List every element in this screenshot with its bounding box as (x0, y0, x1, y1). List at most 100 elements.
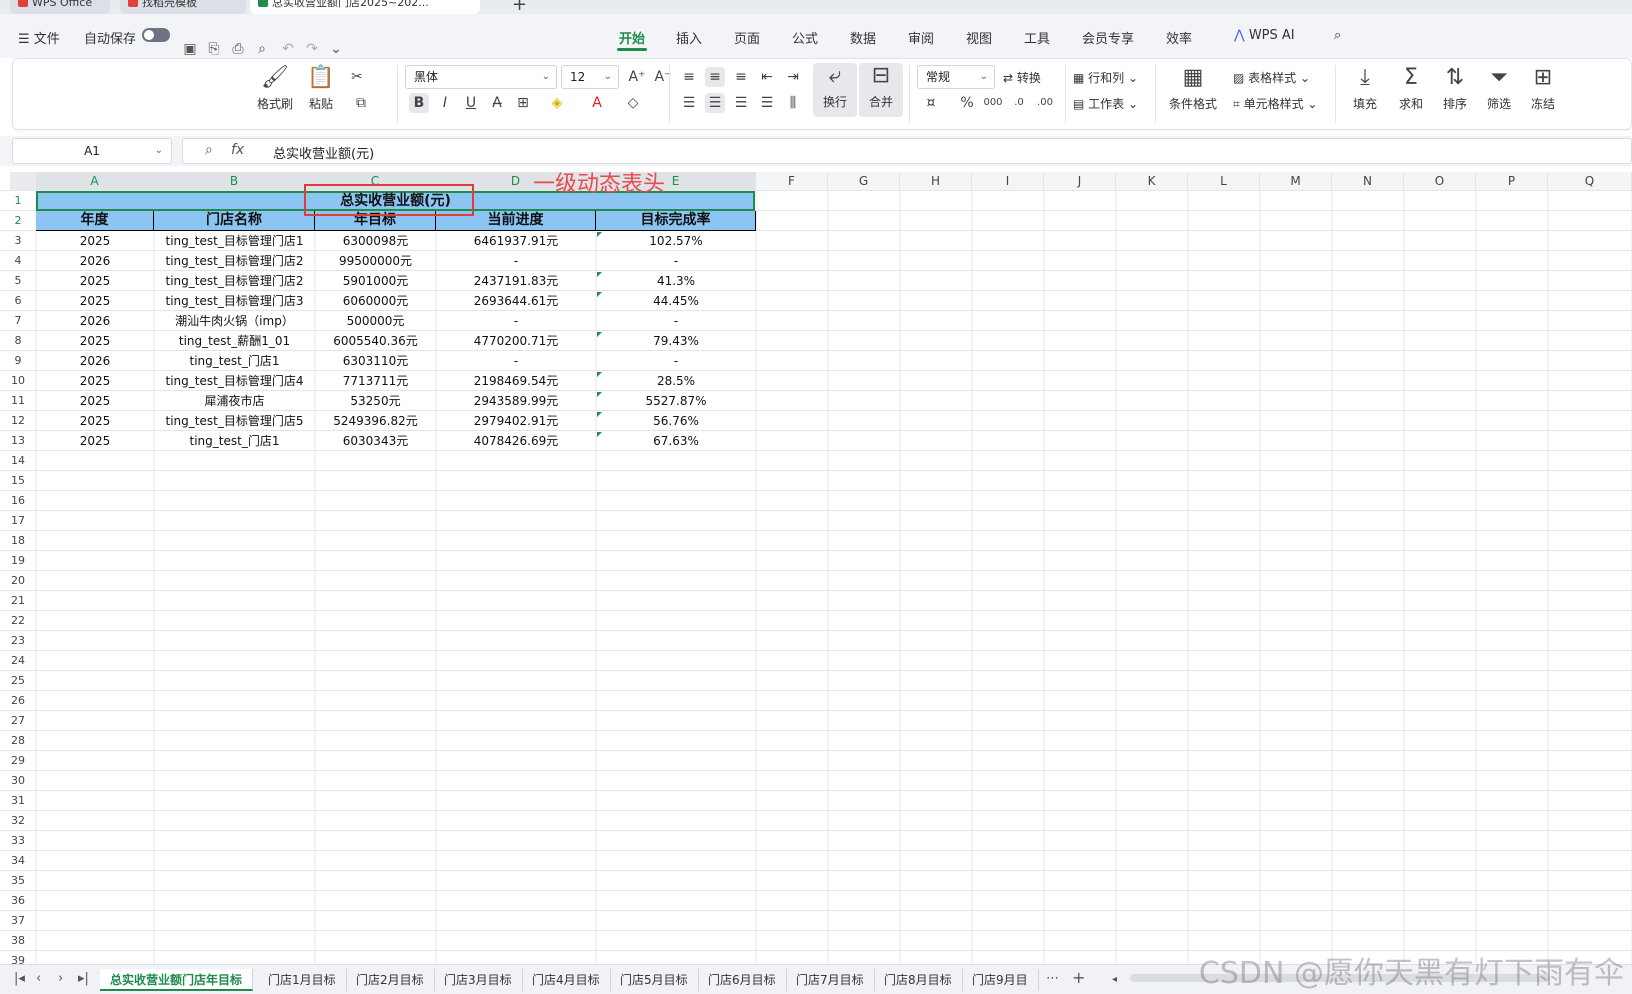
thousands-icon[interactable]: 000 (983, 93, 1003, 113)
column-header-q[interactable]: Q (1548, 172, 1632, 190)
format-painter-button[interactable]: 🖌 格式刷 (253, 65, 297, 112)
distributed-icon[interactable]: ⫼ (783, 93, 803, 113)
clear-format-icon[interactable]: ◇ (623, 93, 643, 113)
table-cell[interactable]: - (596, 351, 756, 371)
undo-icon[interactable]: ↶ (280, 41, 296, 57)
column-header-n[interactable]: N (1332, 172, 1404, 190)
cut-icon[interactable]: ✂ (347, 67, 367, 87)
table-cell[interactable]: 2025 (36, 371, 154, 391)
increase-indent-icon[interactable]: ⇥ (783, 67, 803, 87)
paste-button[interactable]: 📋 粘贴 (299, 65, 343, 112)
table-cell[interactable]: 79.43% (596, 331, 756, 351)
row-header[interactable]: 24 (0, 652, 36, 670)
table-cell[interactable]: ting_test_薪酬1_01 (154, 331, 315, 351)
table-cell[interactable]: - (596, 251, 756, 271)
bold-button[interactable]: B (409, 93, 429, 113)
window-tab-spreadsheet[interactable]: 总实收营业额门店2025~202... (250, 0, 480, 14)
sheet-tab[interactable]: 门店7月目标 (786, 969, 875, 991)
sheet-tab[interactable]: 门店8月目标 (874, 969, 963, 991)
table-cell[interactable]: 2979402.91元 (436, 411, 596, 431)
row-header[interactable]: 25 (0, 672, 36, 690)
row-header[interactable]: 2 (0, 212, 36, 230)
table-cell[interactable]: ting_test_目标管理门店1 (154, 231, 315, 251)
table-cell[interactable]: 2025 (36, 291, 154, 311)
table-cell[interactable]: 6303110元 (315, 351, 436, 371)
row-header[interactable]: 32 (0, 812, 36, 830)
row-col-button[interactable]: ▦ 行和列 ⌄ (1073, 69, 1138, 86)
table-cell[interactable]: 56.76% (596, 411, 756, 431)
menu-tab-wps-ai[interactable]: ⋀ WPS AI (1234, 28, 1295, 43)
row-header[interactable]: 14 (0, 452, 36, 470)
column-header-m[interactable]: M (1260, 172, 1332, 190)
formula-input[interactable]: ⌕ fx 总实收营业额(元) (182, 138, 1632, 164)
print-icon[interactable]: ⎙ (230, 41, 246, 57)
column-header-p[interactable]: P (1476, 172, 1548, 190)
table-cell[interactable]: 2025 (36, 331, 154, 351)
row-header[interactable]: 11 (0, 392, 36, 410)
table-cell[interactable]: 6005540.36元 (315, 331, 436, 351)
row-header[interactable]: 26 (0, 692, 36, 710)
row-header[interactable]: 37 (0, 912, 36, 930)
decrease-decimal-icon[interactable]: .00 (1035, 93, 1055, 113)
table-cell[interactable]: 2025 (36, 431, 154, 451)
fill-button[interactable]: ⤓ 填充 (1343, 65, 1387, 112)
table-cell[interactable]: ting_test_目标管理门店5 (154, 411, 315, 431)
italic-button[interactable]: I (435, 93, 455, 113)
window-tab-wps-office[interactable]: WPS Office (10, 0, 110, 14)
table-cell[interactable]: - (596, 311, 756, 331)
table-cell[interactable]: 53250元 (315, 391, 436, 411)
column-header-k[interactable]: K (1116, 172, 1188, 190)
row-header[interactable]: 34 (0, 852, 36, 870)
fill-color-icon[interactable]: ◈ (547, 93, 567, 113)
table-cell[interactable]: 4078426.69元 (436, 431, 596, 451)
table-cell[interactable]: 6300098元 (315, 231, 436, 251)
table-cell[interactable]: ting_test_目标管理门店2 (154, 271, 315, 291)
add-sheet-icon[interactable]: + (1072, 968, 1085, 987)
copy-icon[interactable]: ⧉ (351, 93, 371, 113)
table-cell[interactable]: 2437191.83元 (436, 271, 596, 291)
window-tab-template[interactable]: 找稻壳模板 (120, 0, 246, 14)
table-cell[interactable]: - (436, 351, 596, 371)
table-cell[interactable]: 7713711元 (315, 371, 436, 391)
increase-decimal-icon[interactable]: .0 (1009, 93, 1029, 113)
strikethrough-icon[interactable]: A̶ (487, 93, 507, 113)
spreadsheet-grid[interactable]: ABCDEFGHIJKLMNOPQ 1 2 3 4 5 6 7 8 9 10 11 12 13 14 15 1… (0, 172, 1632, 964)
table-cell[interactable]: 2026 (36, 311, 154, 331)
table-cell[interactable]: 6461937.91元 (436, 231, 596, 251)
row-header[interactable]: 8 (0, 332, 36, 350)
select-all-corner[interactable] (10, 172, 36, 190)
row-header[interactable]: 3 (0, 232, 36, 250)
table-cell[interactable]: ting_test_门店1 (154, 431, 315, 451)
scroll-left-icon[interactable]: ◂ (1112, 974, 1117, 985)
column-header-g[interactable]: G (828, 172, 900, 190)
table-cell[interactable]: 5901000元 (315, 271, 436, 291)
menu-tab-insert[interactable]: 插入 (676, 28, 702, 47)
save-icon[interactable]: ▣ (182, 41, 198, 57)
number-format-select[interactable]: 常规 ⌄ (917, 65, 995, 89)
row-header[interactable]: 23 (0, 632, 36, 650)
redo-icon[interactable]: ↷ (304, 41, 320, 57)
merge-button[interactable]: ⊟ 合并 (859, 63, 903, 117)
convert-button[interactable]: ⇄ 转换 (1003, 69, 1041, 86)
row-header[interactable]: 6 (0, 292, 36, 310)
wrap-text-button[interactable]: ⤶ 换行 (813, 63, 857, 117)
column-header-h[interactable]: H (900, 172, 972, 190)
table-cell[interactable]: ting_test_目标管理门店4 (154, 371, 315, 391)
row-header[interactable]: 7 (0, 312, 36, 330)
table-cell[interactable]: 2026 (36, 351, 154, 371)
prev-sheet-icon[interactable]: ‹ (36, 971, 41, 986)
menu-tab-data[interactable]: 数据 (850, 28, 876, 47)
table-header-cell[interactable]: 门店名称 (154, 211, 315, 231)
column-header-l[interactable]: L (1188, 172, 1260, 190)
sheet-tab[interactable]: 门店9月目 (962, 969, 1039, 991)
table-cell[interactable]: - (436, 311, 596, 331)
row-header[interactable]: 1 (0, 192, 36, 210)
file-menu[interactable]: ☰ 文件 (18, 28, 60, 47)
row-header[interactable]: 15 (0, 472, 36, 490)
table-cell[interactable]: - (436, 251, 596, 271)
justify-icon[interactable]: ☰ (757, 93, 777, 113)
table-style-button[interactable]: ▨ 表格样式 ⌄ (1233, 69, 1310, 86)
align-right-icon[interactable]: ☰ (731, 93, 751, 113)
percent-button[interactable]: % (957, 93, 977, 113)
row-header[interactable]: 12 (0, 412, 36, 430)
